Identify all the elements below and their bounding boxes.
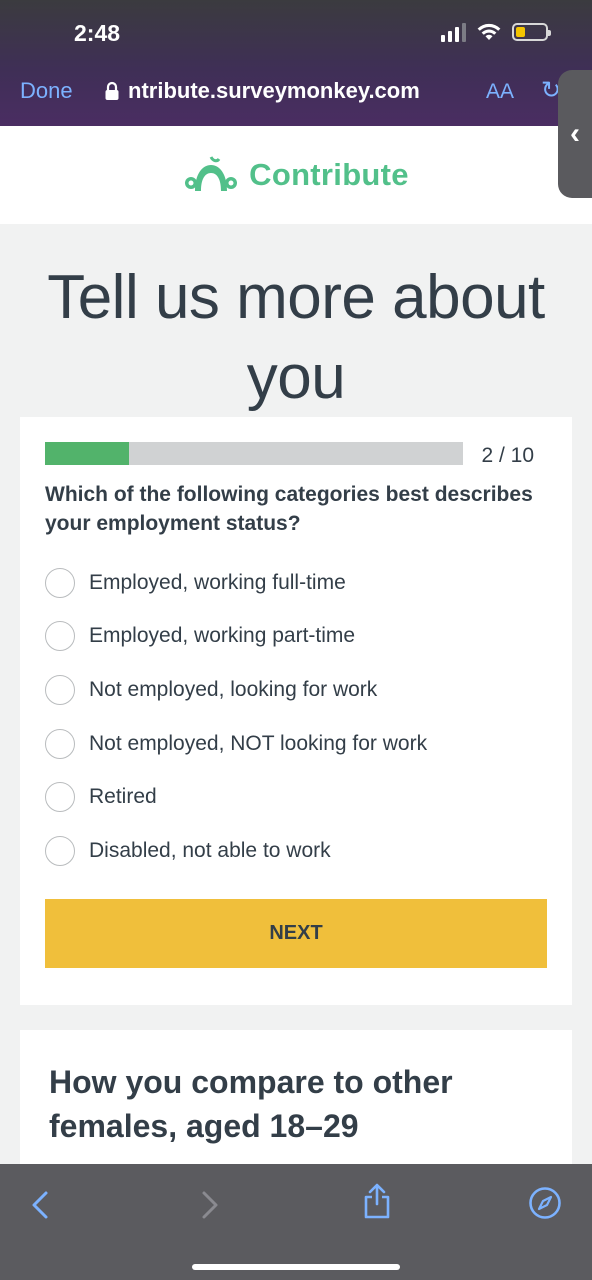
option-label: Not employed, NOT looking for work: [89, 731, 428, 755]
browser-bottom-toolbar: [0, 1164, 592, 1280]
status-time: 2:48: [74, 20, 121, 46]
radio-button[interactable]: [45, 674, 75, 705]
option-label: Employed, working part-time: [89, 624, 356, 648]
progress-bar-fill: [45, 442, 129, 465]
question-text: Which of the following categories best d…: [45, 483, 533, 535]
url-text: ntribute.surveymonkey.com: [128, 78, 420, 103]
surveymonkey-logo-icon: [185, 156, 238, 191]
home-indicator: [192, 1264, 400, 1270]
option-retired[interactable]: Retired: [45, 770, 555, 824]
side-panel-tab[interactable]: ‹: [558, 70, 592, 198]
radio-button[interactable]: [45, 567, 75, 598]
option-label: Retired: [89, 785, 157, 809]
text-size-button[interactable]: AA: [486, 80, 514, 104]
radio-button[interactable]: [45, 782, 75, 813]
option-employed-part-time[interactable]: Employed, working part-time: [45, 610, 555, 664]
back-icon[interactable]: [30, 1190, 50, 1220]
option-employed-full-time[interactable]: Employed, working full-time: [45, 556, 555, 610]
radio-button[interactable]: [45, 621, 75, 652]
next-button[interactable]: NEXT: [45, 899, 547, 968]
wifi-icon: [477, 23, 501, 40]
share-icon[interactable]: [362, 1182, 392, 1220]
survey-question-card: 2 / 10 Which of the following categories…: [20, 417, 572, 1005]
progress-label: 2 / 10: [481, 444, 534, 467]
compass-icon[interactable]: [528, 1186, 562, 1220]
status-icons: [441, 22, 551, 42]
progress-bar: [45, 442, 463, 465]
browser-top-chrome: 2:48 Done ntribute.surveymonkey.com AA ↻: [0, 0, 592, 126]
compare-card: How you compare to other females, aged 1…: [20, 1030, 572, 1170]
page-title: Tell us more about you: [47, 263, 545, 412]
answer-options: Employed, working full-time Employed, wo…: [45, 556, 555, 878]
option-not-employed-not-looking[interactable]: Not employed, NOT looking for work: [45, 717, 555, 771]
option-label: Employed, working full-time: [89, 570, 346, 594]
option-label: Disabled, not able to work: [89, 838, 331, 862]
logo-text: Contribute: [249, 157, 409, 192]
forward-icon[interactable]: [200, 1190, 220, 1220]
option-not-employed-looking[interactable]: Not employed, looking for work: [45, 663, 555, 717]
radio-button[interactable]: [45, 728, 75, 759]
lock-icon: [105, 81, 119, 100]
option-disabled[interactable]: Disabled, not able to work: [45, 824, 555, 878]
battery-icon: [512, 23, 551, 41]
chevron-left-icon: ‹: [570, 117, 580, 150]
site-header: Contribute: [0, 126, 592, 224]
done-button[interactable]: Done: [20, 78, 73, 104]
address-bar[interactable]: ntribute.surveymonkey.com: [104, 78, 420, 104]
compare-title: How you compare to other females, aged 1…: [49, 1064, 453, 1144]
radio-button[interactable]: [45, 835, 75, 866]
cellular-signal-icon: [441, 22, 466, 42]
option-label: Not employed, looking for work: [89, 677, 378, 701]
